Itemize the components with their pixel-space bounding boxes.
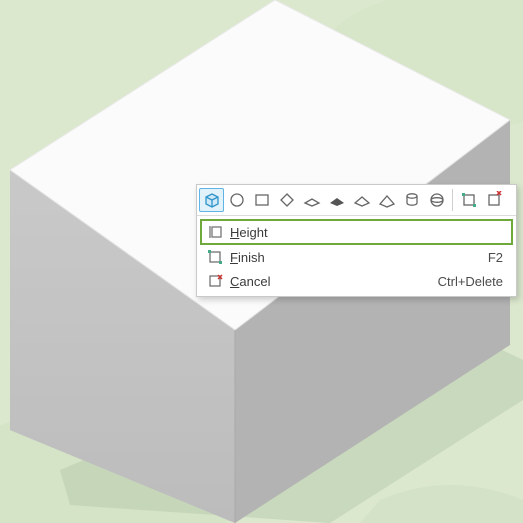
context-menu: Height Finish F2 Cancel <box>196 184 517 297</box>
tool-square[interactable] <box>249 188 274 212</box>
menu-item-height[interactable]: Height <box>200 219 513 245</box>
tool-wedge-d[interactable] <box>374 188 399 212</box>
menu-item-label: Height <box>226 225 503 240</box>
menu-item-label: Cancel <box>226 274 438 289</box>
tool-transform-cancel[interactable] <box>481 188 506 212</box>
finish-icon <box>204 247 226 267</box>
tool-sphere[interactable] <box>424 188 449 212</box>
tool-wedge-a[interactable] <box>299 188 324 212</box>
menu-items: Height Finish F2 Cancel <box>197 216 516 296</box>
tool-wedge-c[interactable] <box>349 188 374 212</box>
height-icon <box>204 222 226 242</box>
menu-item-cancel[interactable]: Cancel Ctrl+Delete <box>200 269 513 293</box>
tool-diamond[interactable] <box>274 188 299 212</box>
tool-wedge-b[interactable] <box>324 188 349 212</box>
cancel-icon <box>204 271 226 291</box>
menu-item-shortcut: F2 <box>488 250 509 265</box>
tool-circle[interactable] <box>224 188 249 212</box>
menu-item-finish[interactable]: Finish F2 <box>200 245 513 269</box>
tool-cube[interactable] <box>199 188 224 212</box>
menu-item-shortcut: Ctrl+Delete <box>438 274 509 289</box>
tool-cylinder[interactable] <box>399 188 424 212</box>
toolbar-separator <box>452 189 453 211</box>
shape-toolbar <box>197 185 516 216</box>
menu-item-label: Finish <box>226 250 488 265</box>
tool-transform-finish[interactable] <box>456 188 481 212</box>
